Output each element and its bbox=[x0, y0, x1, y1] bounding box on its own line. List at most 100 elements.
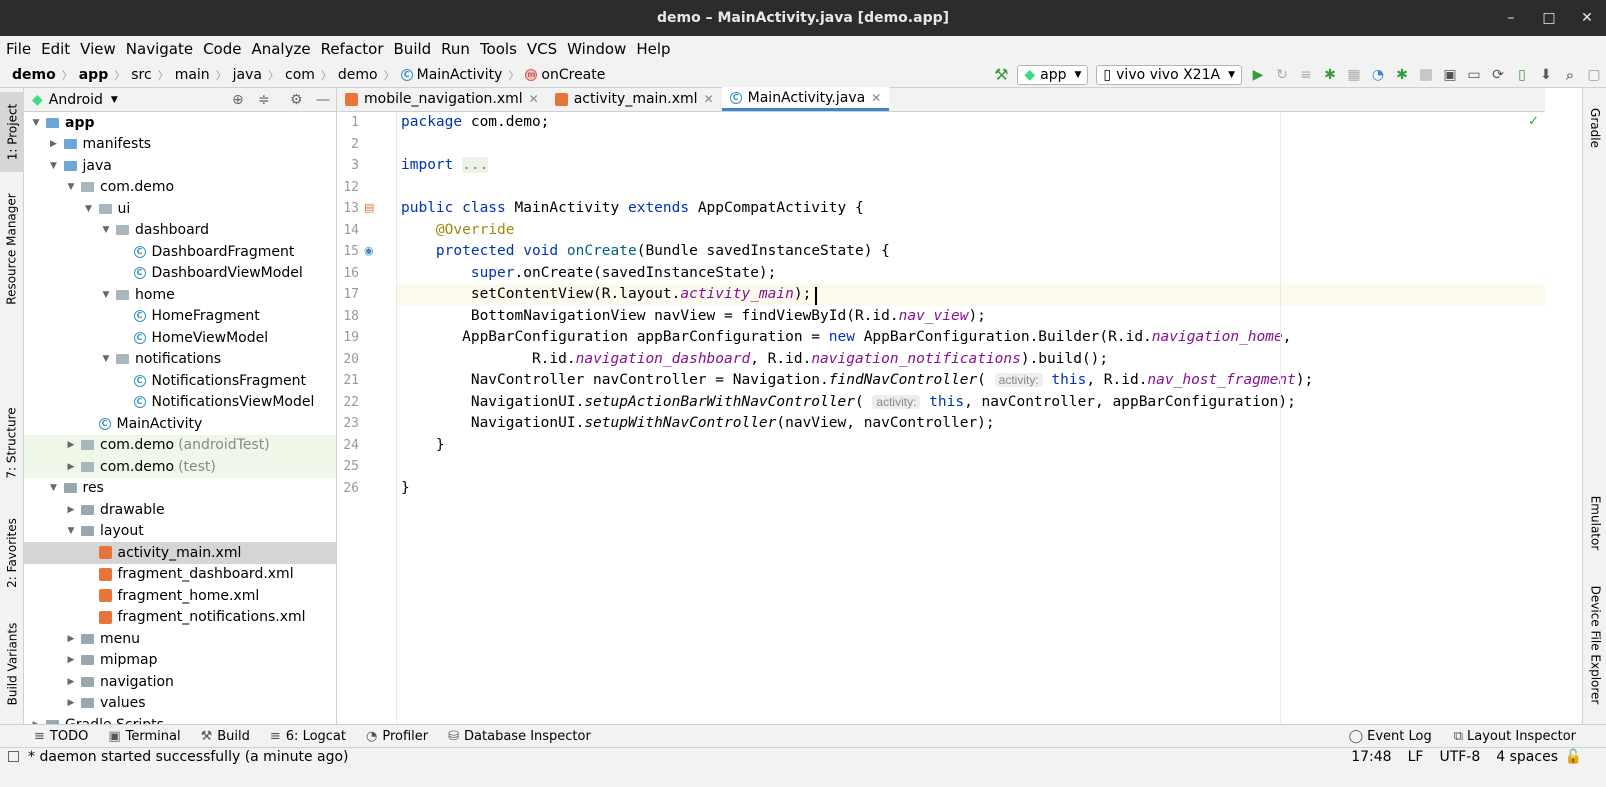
tool-tab-structure[interactable]: 7: Structure bbox=[0, 398, 24, 488]
breadcrumb-item[interactable]: C MainActivity bbox=[400, 67, 502, 83]
tree-item[interactable]: ▶ values bbox=[24, 693, 336, 715]
tree-item[interactable]: ▼ ui bbox=[24, 198, 336, 220]
breadcrumb-item[interactable]: app bbox=[79, 67, 109, 83]
locate-icon[interactable]: ⊕ bbox=[232, 92, 244, 108]
tree-item[interactable]: fragment_home.xml bbox=[24, 585, 336, 607]
tree-item[interactable]: ▶Gradle Scripts bbox=[24, 714, 336, 724]
expand-arrow-icon[interactable]: ▼ bbox=[30, 118, 42, 128]
close-icon[interactable]: ✕ bbox=[704, 92, 714, 106]
line-separator[interactable]: LF bbox=[1408, 749, 1424, 765]
tree-item[interactable]: ▶ manifests bbox=[24, 134, 336, 156]
build-hammer-icon[interactable]: ⚒ bbox=[993, 67, 1009, 83]
tree-item[interactable]: ▶ drawable bbox=[24, 499, 336, 521]
tree-item[interactable]: C NotificationsFragment bbox=[24, 370, 336, 392]
editor-tab[interactable]: C MainActivity.java ✕ bbox=[721, 87, 890, 111]
tool-tab-gradle[interactable]: Gradle bbox=[1583, 98, 1606, 158]
project-view-select[interactable]: Android bbox=[49, 92, 103, 108]
code-editor[interactable]: package com.demo; import ... public class … bbox=[397, 112, 1545, 724]
tree-item[interactable]: ▶ mipmap bbox=[24, 650, 336, 672]
code-line[interactable]: NavigationUI.setupWithNavController(navV… bbox=[401, 413, 995, 435]
menu-build[interactable]: Build bbox=[394, 40, 432, 58]
collapse-arrow-icon[interactable]: ▶ bbox=[65, 505, 77, 515]
device-manager-icon[interactable]: ▯ bbox=[1514, 67, 1530, 83]
activity-layout-icon[interactable]: ▤ bbox=[364, 201, 374, 214]
expand-arrow-icon[interactable]: ▼ bbox=[48, 483, 60, 493]
editor-tab[interactable]: mobile_navigation.xml ✕ bbox=[337, 87, 547, 111]
tree-item[interactable]: C DashboardFragment bbox=[24, 241, 336, 263]
bottom-tab-terminal[interactable]: ▣ Terminal bbox=[108, 729, 180, 744]
expand-arrow-icon[interactable]: ▼ bbox=[83, 204, 95, 214]
debug-icon[interactable]: ✱ bbox=[1322, 67, 1338, 83]
minimize-button[interactable]: – bbox=[1492, 0, 1530, 36]
tree-item[interactable]: ▼ res bbox=[24, 478, 336, 500]
tool-tab-emulator[interactable]: Emulator bbox=[1583, 488, 1606, 558]
chevron-down-icon[interactable]: ▼ bbox=[111, 95, 118, 105]
menu-vcs[interactable]: VCS bbox=[527, 40, 557, 58]
collapse-arrow-icon[interactable]: ▶ bbox=[65, 698, 77, 708]
sync-gradle-icon[interactable]: ⟳ bbox=[1490, 67, 1506, 83]
expand-arrow-icon[interactable]: ▼ bbox=[65, 526, 77, 536]
bottom-tab-profiler[interactable]: ◔ Profiler bbox=[366, 729, 428, 744]
tree-item[interactable]: C MainActivity bbox=[24, 413, 336, 435]
tree-item[interactable]: C HomeFragment bbox=[24, 306, 336, 328]
tool-tab-project[interactable]: 1: Project bbox=[0, 92, 24, 172]
apply-changes-icon[interactable]: ↻ bbox=[1274, 67, 1290, 83]
tool-tab-device-file-explorer[interactable]: Device File Explorer bbox=[1583, 580, 1606, 710]
caret-position[interactable]: 17:48 bbox=[1351, 749, 1391, 765]
code-line[interactable]: AppBarConfiguration appBarConfiguration … bbox=[401, 327, 1291, 349]
bottom-tab-todo[interactable]: ≡ TODO bbox=[34, 729, 88, 744]
expand-arrow-icon[interactable]: ▼ bbox=[100, 225, 112, 235]
close-icon[interactable]: ✕ bbox=[871, 91, 881, 105]
stop-icon[interactable] bbox=[1420, 69, 1432, 81]
collapse-arrow-icon[interactable]: ▶ bbox=[65, 440, 77, 450]
tree-item[interactable]: C HomeViewModel bbox=[24, 327, 336, 349]
menu-edit[interactable]: Edit bbox=[41, 40, 70, 58]
tree-item[interactable]: ▼ notifications bbox=[24, 349, 336, 371]
bottom-tab-database-inspector[interactable]: ⛁ Database Inspector bbox=[448, 729, 591, 744]
code-line[interactable]: public class MainActivity extends AppCom… bbox=[401, 198, 864, 220]
device-select[interactable]: ▯ vivo vivo X21A ▼ bbox=[1096, 65, 1242, 85]
code-line[interactable]: } bbox=[401, 478, 410, 500]
menu-analyze[interactable]: Analyze bbox=[251, 40, 310, 58]
breadcrumb-item[interactable]: com bbox=[285, 67, 315, 83]
breadcrumb-item[interactable]: demo bbox=[12, 67, 56, 83]
code-line[interactable]: BottomNavigationView navView = findViewB… bbox=[401, 306, 986, 328]
tree-item[interactable]: ▶ navigation bbox=[24, 671, 336, 693]
tree-item[interactable]: fragment_dashboard.xml bbox=[24, 564, 336, 586]
menu-help[interactable]: Help bbox=[636, 40, 670, 58]
tree-item[interactable]: ▶ com.demo (androidTest) bbox=[24, 434, 336, 456]
tree-item[interactable]: ▶ menu bbox=[24, 628, 336, 650]
status-message[interactable]: * daemon started successfully (a minute … bbox=[28, 749, 349, 765]
breadcrumb-item[interactable]: demo bbox=[338, 67, 378, 83]
project-structure-icon[interactable]: ▣ bbox=[1442, 67, 1458, 83]
status-toggle-icon[interactable] bbox=[8, 751, 19, 762]
menu-tools[interactable]: Tools bbox=[480, 40, 517, 58]
lock-icon[interactable]: 🔓 bbox=[1565, 749, 1582, 765]
file-encoding[interactable]: UTF-8 bbox=[1439, 749, 1480, 765]
tree-item[interactable]: C DashboardViewModel bbox=[24, 263, 336, 285]
code-line[interactable]: NavController navController = Navigation… bbox=[401, 370, 1313, 392]
menu-window[interactable]: Window bbox=[567, 40, 626, 58]
tree-item[interactable]: fragment_notifications.xml bbox=[24, 607, 336, 629]
tool-tab-favorites[interactable]: 2: Favorites bbox=[0, 508, 24, 598]
menu-file[interactable]: File bbox=[6, 40, 31, 58]
menu-navigate[interactable]: Navigate bbox=[126, 40, 193, 58]
bottom-tab-build[interactable]: ⚒ Build bbox=[201, 729, 250, 744]
menu-view[interactable]: View bbox=[80, 40, 116, 58]
run-config-select[interactable]: ◆ app ▼ bbox=[1017, 65, 1089, 85]
apply-code-changes-icon[interactable]: ≡ bbox=[1298, 67, 1314, 83]
tree-item[interactable]: ▼ java bbox=[24, 155, 336, 177]
sdk-manager-icon[interactable]: ⬇ bbox=[1538, 67, 1554, 83]
collapse-arrow-icon[interactable]: ▶ bbox=[65, 655, 77, 665]
code-line[interactable]: } bbox=[401, 435, 445, 457]
run-icon[interactable]: ▶ bbox=[1250, 67, 1266, 83]
tree-item[interactable]: ▼ layout bbox=[24, 521, 336, 543]
tree-item[interactable]: ▼ home bbox=[24, 284, 336, 306]
expand-arrow-icon[interactable]: ▼ bbox=[100, 354, 112, 364]
tool-tab-build-variants[interactable]: Build Variants bbox=[0, 614, 24, 714]
layout-inspector-tab[interactable]: Layout Inspector bbox=[1467, 729, 1576, 744]
menu-refactor[interactable]: Refactor bbox=[321, 40, 384, 58]
tree-item[interactable]: ▼ dashboard bbox=[24, 220, 336, 242]
code-line[interactable]: package com.demo; bbox=[401, 112, 549, 134]
bottom-tab--logcat[interactable]: ≡ 6: Logcat bbox=[270, 729, 346, 744]
